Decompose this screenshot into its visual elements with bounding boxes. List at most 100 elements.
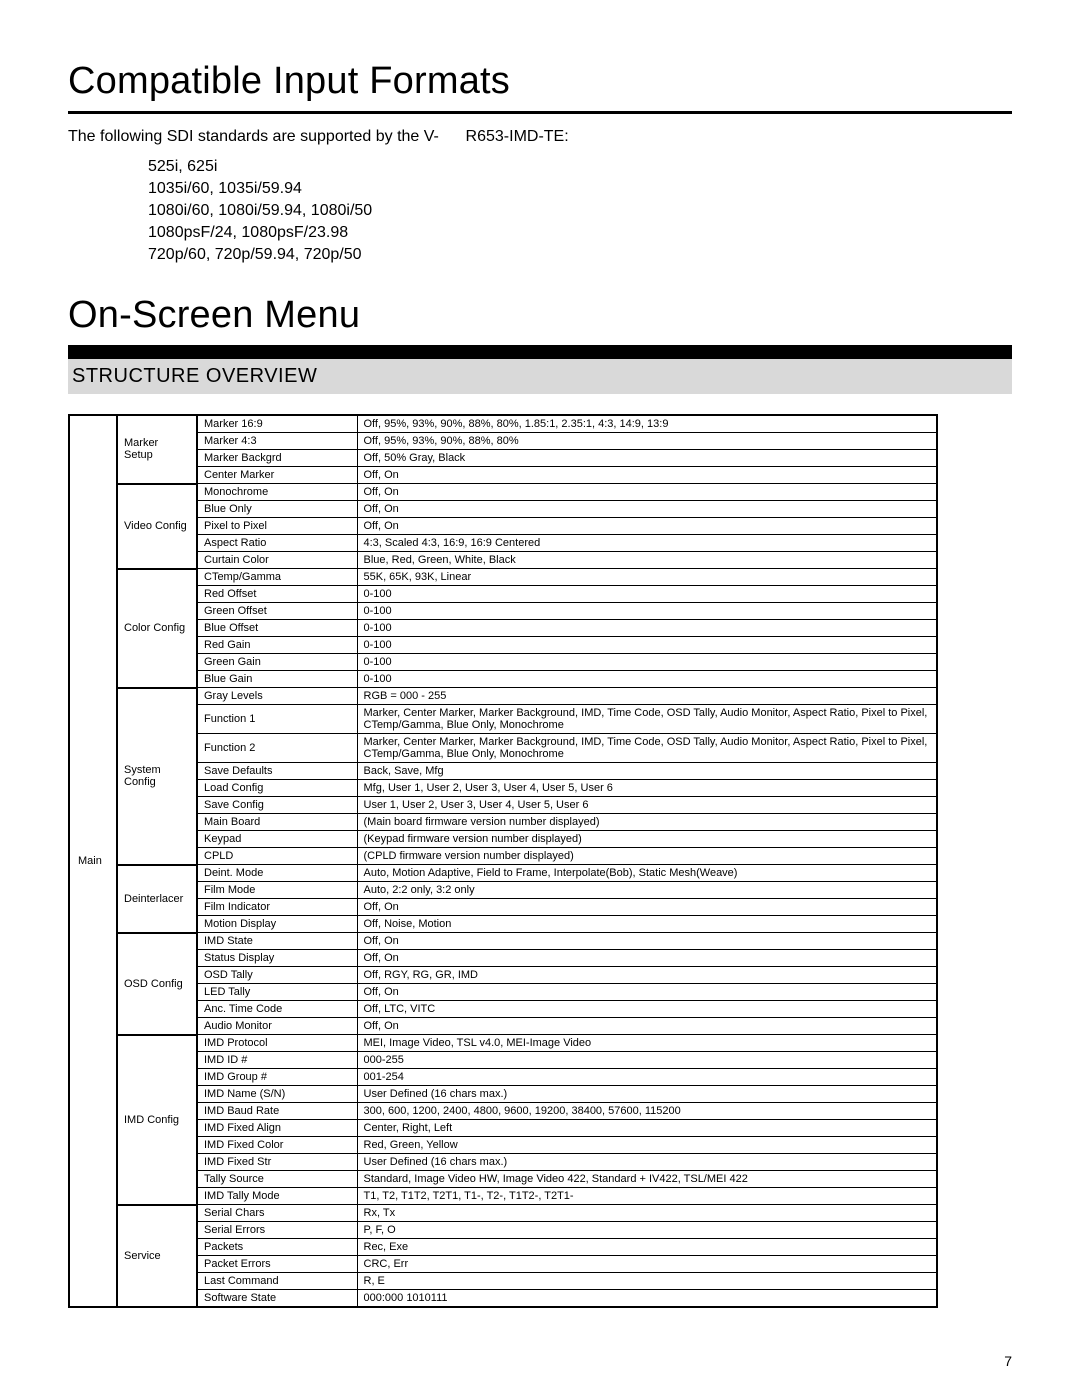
- value-cell: Off, 95%, 93%, 90%, 88%, 80%: [357, 433, 937, 450]
- param-cell: Last Command: [197, 1273, 357, 1290]
- value-cell: Off, On: [357, 467, 937, 484]
- intro-text: The following SDI standards are supporte…: [68, 128, 1012, 146]
- param-cell: Film Indicator: [197, 899, 357, 916]
- page: Compatible Input Formats The following S…: [0, 0, 1080, 1397]
- format-line: 525i, 625i: [148, 156, 1012, 178]
- category-cell: Service: [117, 1205, 197, 1308]
- table-row: MainMarker SetupMarker 16:9Off, 95%, 93%…: [69, 415, 937, 433]
- value-cell: Off, On: [357, 484, 937, 501]
- table-row: Marker BackgrdOff, 50% Gray, Black: [69, 450, 937, 467]
- value-cell: Auto, Motion Adaptive, Field to Frame, I…: [357, 865, 937, 882]
- table-row: Serial ErrorsP, F, O: [69, 1222, 937, 1239]
- value-cell: Off, RGY, RG, GR, IMD: [357, 967, 937, 984]
- table-row: IMD Fixed ColorRed, Green, Yellow: [69, 1137, 937, 1154]
- table-row: Load ConfigMfg, User 1, User 2, User 3, …: [69, 780, 937, 797]
- param-cell: Aspect Ratio: [197, 535, 357, 552]
- param-cell: Status Display: [197, 950, 357, 967]
- param-cell: CPLD: [197, 848, 357, 865]
- param-cell: Blue Only: [197, 501, 357, 518]
- value-cell: (Keypad firmware version number displaye…: [357, 831, 937, 848]
- param-cell: IMD Baud Rate: [197, 1103, 357, 1120]
- page-number: 7: [1004, 1353, 1012, 1369]
- param-cell: Blue Offset: [197, 620, 357, 637]
- value-cell: Off, On: [357, 933, 937, 950]
- param-cell: IMD Protocol: [197, 1035, 357, 1052]
- param-cell: IMD State: [197, 933, 357, 950]
- value-cell: Off, Noise, Motion: [357, 916, 937, 933]
- param-cell: Center Marker: [197, 467, 357, 484]
- table-row: Save DefaultsBack, Save, Mfg: [69, 763, 937, 780]
- value-cell: Center, Right, Left: [357, 1120, 937, 1137]
- table-row: IMD ID #000-255: [69, 1052, 937, 1069]
- value-cell: RGB = 000 - 255: [357, 688, 937, 705]
- category-cell: Deinterlacer: [117, 865, 197, 933]
- table-row: Film IndicatorOff, On: [69, 899, 937, 916]
- table-row: System ConfigGray LevelsRGB = 000 - 255: [69, 688, 937, 705]
- subheading-structure: STRUCTURE OVERVIEW: [68, 359, 1012, 394]
- formats-list: 525i, 625i1035i/60, 1035i/59.941080i/60,…: [148, 156, 1012, 266]
- table-row: IMD ConfigIMD ProtocolMEI, Image Video, …: [69, 1035, 937, 1052]
- param-cell: Function 2: [197, 734, 357, 763]
- table-row: Marker 4:3Off, 95%, 93%, 90%, 88%, 80%: [69, 433, 937, 450]
- value-cell: User 1, User 2, User 3, User 4, User 5, …: [357, 797, 937, 814]
- param-cell: Green Offset: [197, 603, 357, 620]
- table-row: Blue OnlyOff, On: [69, 501, 937, 518]
- table-row: Curtain ColorBlue, Red, Green, White, Bl…: [69, 552, 937, 569]
- format-line: 1080i/60, 1080i/59.94, 1080i/50: [148, 200, 1012, 222]
- value-cell: Off, 50% Gray, Black: [357, 450, 937, 467]
- intro-post: R653-IMD-TE:: [466, 128, 569, 145]
- table-row: Film ModeAuto, 2:2 only, 3:2 only: [69, 882, 937, 899]
- table-row: OSD ConfigIMD StateOff, On: [69, 933, 937, 950]
- table-row: Green Offset0-100: [69, 603, 937, 620]
- param-cell: LED Tally: [197, 984, 357, 1001]
- table-row: Blue Gain0-100: [69, 671, 937, 688]
- table-row: Aspect Ratio4:3, Scaled 4:3, 16:9, 16:9 …: [69, 535, 937, 552]
- category-cell: Marker Setup: [117, 415, 197, 484]
- table-row: Last CommandR, E: [69, 1273, 937, 1290]
- value-cell: Blue, Red, Green, White, Black: [357, 552, 937, 569]
- value-cell: 0-100: [357, 620, 937, 637]
- value-cell: Off, On: [357, 950, 937, 967]
- value-cell: Off, On: [357, 501, 937, 518]
- param-cell: Red Offset: [197, 586, 357, 603]
- heading-onscreen-menu: On-Screen Menu: [68, 294, 1012, 337]
- param-cell: Save Defaults: [197, 763, 357, 780]
- table-row: IMD Group #001-254: [69, 1069, 937, 1086]
- format-line: 1035i/60, 1035i/59.94: [148, 178, 1012, 200]
- param-cell: Audio Monitor: [197, 1018, 357, 1035]
- value-cell: 000:000 1010111: [357, 1290, 937, 1308]
- table-row: Tally SourceStandard, Image Video HW, Im…: [69, 1171, 937, 1188]
- table-row: OSD TallyOff, RGY, RG, GR, IMD: [69, 967, 937, 984]
- param-cell: IMD Name (S/N): [197, 1086, 357, 1103]
- table-row: Red Offset0-100: [69, 586, 937, 603]
- value-cell: (Main board firmware version number disp…: [357, 814, 937, 831]
- value-cell: Off, LTC, VITC: [357, 1001, 937, 1018]
- value-cell: 0-100: [357, 671, 937, 688]
- param-cell: Monochrome: [197, 484, 357, 501]
- value-cell: User Defined (16 chars max.): [357, 1086, 937, 1103]
- value-cell: Standard, Image Video HW, Image Video 42…: [357, 1171, 937, 1188]
- value-cell: User Defined (16 chars max.): [357, 1154, 937, 1171]
- param-cell: Green Gain: [197, 654, 357, 671]
- table-row: ServiceSerial CharsRx, Tx: [69, 1205, 937, 1222]
- value-cell: (CPLD firmware version number displayed): [357, 848, 937, 865]
- value-cell: 0-100: [357, 637, 937, 654]
- value-cell: Off, On: [357, 518, 937, 535]
- value-cell: 300, 600, 1200, 2400, 4800, 9600, 19200,…: [357, 1103, 937, 1120]
- param-cell: Load Config: [197, 780, 357, 797]
- param-cell: IMD Fixed Str: [197, 1154, 357, 1171]
- param-cell: Save Config: [197, 797, 357, 814]
- param-cell: Marker Backgrd: [197, 450, 357, 467]
- table-row: CPLD(CPLD firmware version number displa…: [69, 848, 937, 865]
- menu-table-wrap: MainMarker SetupMarker 16:9Off, 95%, 93%…: [68, 414, 1012, 1308]
- value-cell: Off, On: [357, 899, 937, 916]
- table-row: Anc. Time CodeOff, LTC, VITC: [69, 1001, 937, 1018]
- param-cell: OSD Tally: [197, 967, 357, 984]
- value-cell: CRC, Err: [357, 1256, 937, 1273]
- param-cell: Packet Errors: [197, 1256, 357, 1273]
- value-cell: Auto, 2:2 only, 3:2 only: [357, 882, 937, 899]
- param-cell: CTemp/Gamma: [197, 569, 357, 586]
- category-cell: Color Config: [117, 569, 197, 688]
- param-cell: Anc. Time Code: [197, 1001, 357, 1018]
- root-cell: Main: [69, 415, 117, 1307]
